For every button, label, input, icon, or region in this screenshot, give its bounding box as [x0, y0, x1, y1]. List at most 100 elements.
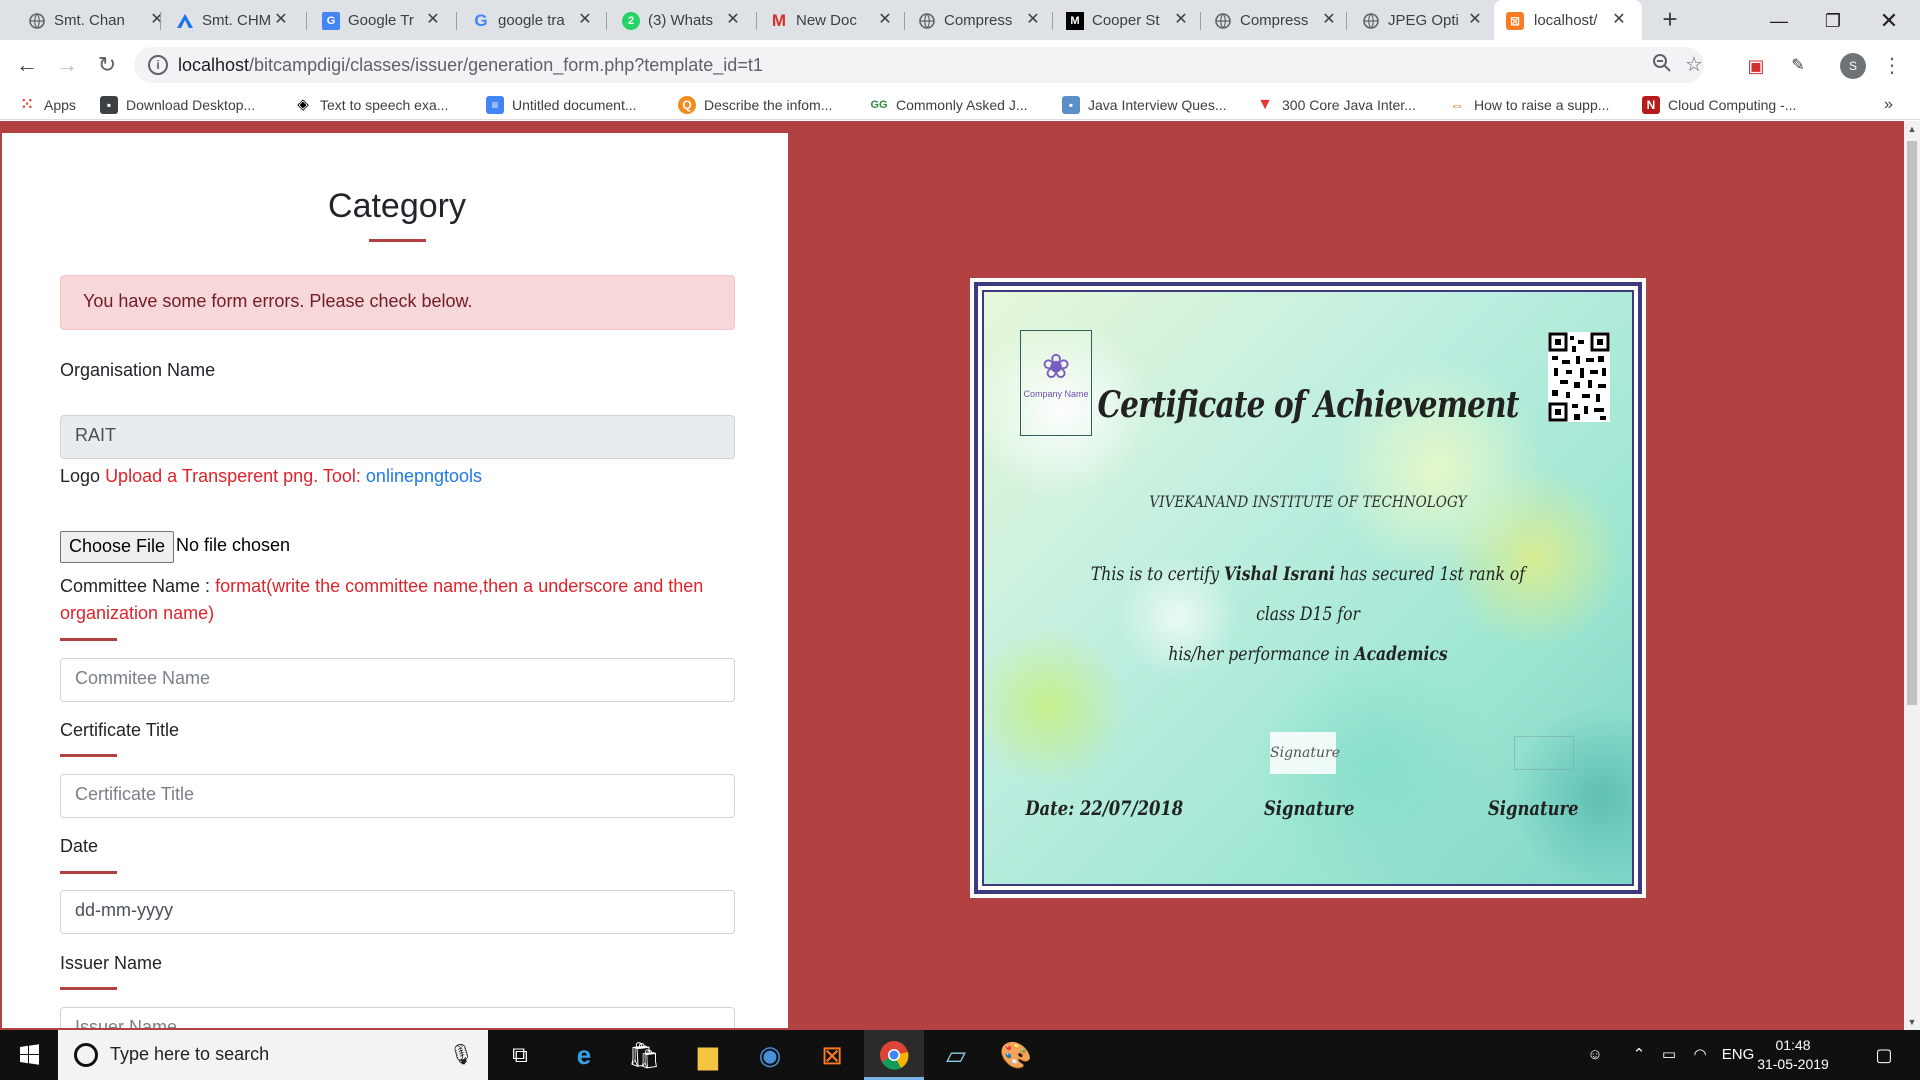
- org-name-field[interactable]: RAIT: [60, 415, 735, 459]
- committee-name-field[interactable]: Commitee Name: [60, 658, 735, 702]
- close-tab-icon[interactable]: ✕: [1320, 11, 1338, 29]
- avatar[interactable]: S: [1840, 53, 1866, 79]
- choose-file-button[interactable]: Choose File: [60, 531, 175, 563]
- bookmark-item[interactable]: ◈ Text to speech exa...: [294, 94, 448, 116]
- close-tab-icon[interactable]: ✕: [576, 11, 594, 29]
- reload-icon[interactable]: ↻: [92, 50, 122, 80]
- issuer-name-field[interactable]: Issuer Name: [60, 1007, 735, 1028]
- close-tab-icon[interactable]: ✕: [424, 11, 442, 29]
- whatsapp-icon: 2: [622, 12, 640, 30]
- google-translate-icon: G: [322, 12, 340, 30]
- date-field[interactable]: dd-mm-yyyy: [60, 890, 735, 934]
- bookmark-label: Commonly Asked J...: [896, 97, 1028, 113]
- globe-icon: [918, 12, 936, 30]
- apps-grid-icon: ⁙: [20, 96, 34, 113]
- browser-tab[interactable]: G google tra ✕: [472, 0, 591, 40]
- people-icon[interactable]: ☺: [1580, 1030, 1610, 1080]
- scroll-up-icon[interactable]: ▲: [1904, 121, 1920, 137]
- browser-tab[interactable]: G Google Tr ✕: [322, 0, 440, 40]
- bookmark-apps[interactable]: ⁙ Apps: [18, 94, 76, 116]
- wifi-icon[interactable]: ◠: [1686, 1030, 1714, 1080]
- address-bar[interactable]: i localhost/bitcampdigi/classes/issuer/g…: [134, 47, 1704, 83]
- signature-image: Signature: [1270, 732, 1340, 774]
- browser-tab[interactable]: Compress ✕: [918, 0, 1040, 40]
- close-tab-icon[interactable]: ✕: [876, 11, 894, 29]
- taskbar-search[interactable]: Type here to search 🎙: [58, 1030, 488, 1080]
- browser-tab[interactable]: Smt. CHM ✕: [176, 0, 288, 40]
- title-underline: [369, 239, 426, 242]
- windows-start-icon[interactable]: [0, 1030, 58, 1080]
- chrome-icon[interactable]: [864, 1030, 924, 1080]
- tab-separator: [306, 12, 307, 30]
- microphone-icon[interactable]: 🎙: [449, 1042, 474, 1067]
- cert-title-underline: [60, 754, 117, 757]
- browser-tab[interactable]: 2 (3) Whats ✕: [622, 0, 740, 40]
- task-view-icon[interactable]: ⧉: [490, 1030, 550, 1080]
- bookmark-item[interactable]: ≡ Untitled document...: [486, 94, 637, 116]
- scroll-down-icon[interactable]: ▼: [1904, 1014, 1920, 1030]
- bookmark-item[interactable]: ⇔ How to raise a supp...: [1448, 94, 1609, 116]
- menu-kebab-icon[interactable]: ⋮: [1880, 54, 1904, 78]
- n-logo-icon: N: [1642, 96, 1660, 114]
- bookmark-item[interactable]: GG Commonly Asked J...: [870, 94, 1028, 116]
- close-tab-icon[interactable]: ✕: [1024, 11, 1042, 29]
- tab-label: Compress: [1240, 11, 1309, 29]
- clock-date: 31-05-2019: [1757, 1056, 1829, 1072]
- extension-icon[interactable]: ✎: [1786, 54, 1810, 78]
- pocket-icon[interactable]: ▣: [1744, 54, 1768, 78]
- file-status: No file chosen: [176, 535, 291, 555]
- certificate-body: ❀ Company Name Certificate of Achievemen…: [982, 290, 1634, 886]
- geeksforgeeks-icon: GG: [870, 99, 888, 111]
- form-panel: Category You have some form errors. Plea…: [0, 131, 790, 1030]
- restore-window-icon[interactable]: ❐: [1810, 6, 1856, 36]
- scrollbar-thumb[interactable]: [1907, 141, 1917, 705]
- tab-label: JPEG Opti: [1388, 11, 1459, 29]
- store-icon[interactable]: 🛍: [614, 1030, 674, 1080]
- bookmark-item[interactable]: N Cloud Computing -...: [1642, 94, 1796, 116]
- tray-chevron-icon[interactable]: ⌃: [1626, 1030, 1652, 1080]
- paint-icon[interactable]: 🎨: [986, 1030, 1046, 1080]
- xampp-icon[interactable]: ⊠: [802, 1030, 862, 1080]
- onlinepngtools-link[interactable]: onlinepngtools: [366, 466, 482, 486]
- vertical-scrollbar[interactable]: ▲ ▼: [1904, 121, 1920, 1030]
- close-tab-icon[interactable]: ✕: [1172, 11, 1190, 29]
- browser-tab[interactable]: Compress ✕: [1214, 0, 1336, 40]
- close-tab-icon[interactable]: ✕: [724, 11, 742, 29]
- bookmarks-overflow-icon[interactable]: »: [1884, 94, 1893, 116]
- browser-tab[interactable]: M New Doc ✕: [770, 0, 892, 40]
- close-tab-icon[interactable]: ✕: [272, 11, 290, 29]
- system-clock[interactable]: 01:48 31-05-2019: [1748, 1036, 1838, 1074]
- bookmark-item[interactable]: ▪ Java Interview Ques...: [1062, 94, 1227, 116]
- edge-icon[interactable]: e: [554, 1030, 614, 1080]
- new-tab-button[interactable]: +: [1656, 6, 1684, 34]
- browser-tab[interactable]: M Cooper St ✕: [1066, 0, 1188, 40]
- windows-taskbar: Type here to search 🎙 ⧉ e 🛍 ▆ ◉ ⊠ ▱ 🎨 ☺ …: [0, 1030, 1920, 1080]
- globe-icon: [1362, 12, 1380, 30]
- notepad-icon[interactable]: ▱: [926, 1030, 986, 1080]
- back-arrow-icon[interactable]: ←: [12, 50, 42, 80]
- tab-label: (3) Whats: [648, 11, 714, 29]
- bookmark-item[interactable]: ▪ Download Desktop...: [100, 94, 255, 116]
- forward-arrow-icon[interactable]: →: [52, 50, 82, 80]
- bookmark-label: Download Desktop...: [126, 97, 256, 113]
- file-explorer-icon[interactable]: ▆: [678, 1030, 738, 1080]
- bookmark-item[interactable]: ▼ 300 Core Java Inter...: [1256, 94, 1416, 116]
- logo-label-text: Logo: [60, 466, 101, 486]
- cert-title-field[interactable]: Certificate Title: [60, 774, 735, 818]
- minimize-icon[interactable]: —: [1756, 6, 1802, 36]
- browser-tab-active[interactable]: ⊠ localhost/ ✕: [1494, 0, 1642, 40]
- close-tab-icon[interactable]: ✕: [148, 11, 166, 29]
- browser-tab[interactable]: Smt. Chan ✕: [28, 0, 164, 40]
- close-window-icon[interactable]: ✕: [1866, 6, 1912, 36]
- zoom-icon[interactable]: [1650, 53, 1674, 77]
- issuer-label: Issuer Name: [60, 953, 163, 973]
- bookmark-star-icon[interactable]: ☆: [1682, 53, 1706, 77]
- battery-icon[interactable]: ▭: [1656, 1030, 1682, 1080]
- close-tab-icon[interactable]: ✕: [1610, 11, 1628, 29]
- app-icon[interactable]: ◉: [740, 1030, 800, 1080]
- info-icon[interactable]: i: [148, 55, 168, 75]
- notifications-icon[interactable]: ▢: [1864, 1030, 1904, 1080]
- browser-tab[interactable]: JPEG Opti ✕: [1362, 0, 1482, 40]
- close-tab-icon[interactable]: ✕: [1466, 11, 1484, 29]
- bookmark-item[interactable]: Q Describe the infom...: [678, 94, 832, 116]
